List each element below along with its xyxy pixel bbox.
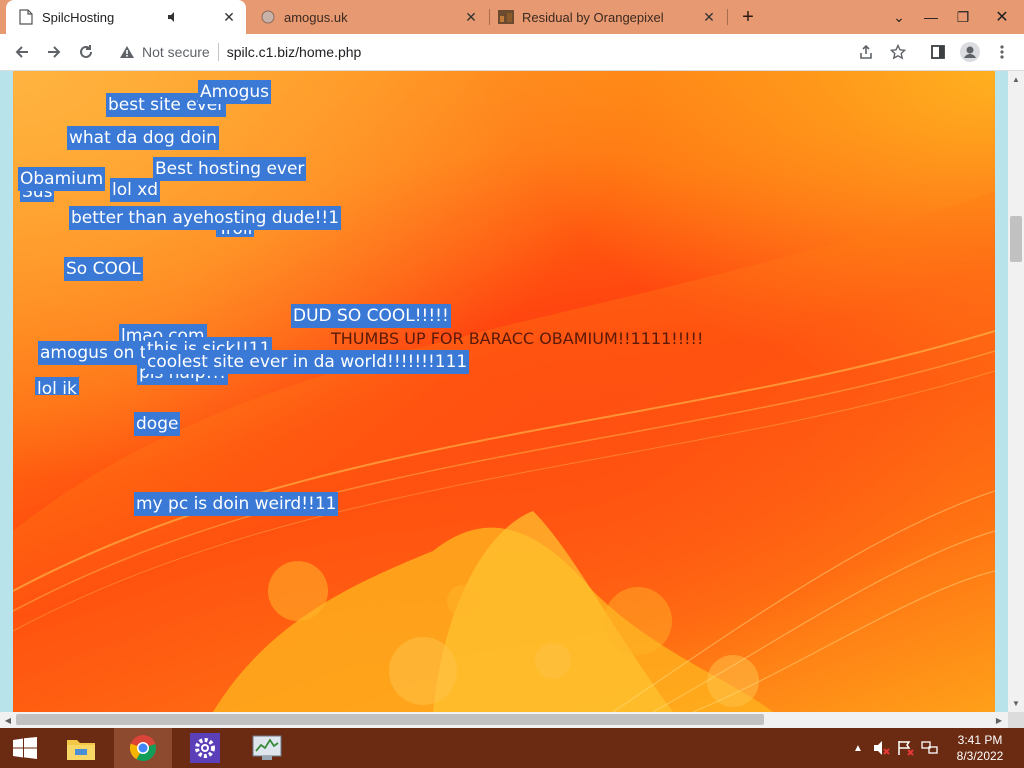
warning-icon[interactable] — [118, 45, 136, 59]
tab-amogus[interactable]: amogus.uk ✕ — [248, 0, 488, 34]
globe-icon — [260, 9, 276, 25]
clock-date: 8/3/2022 — [956, 749, 1004, 763]
menu-kebab-icon[interactable] — [988, 38, 1016, 66]
show-hidden-icons-icon[interactable]: ▲ — [850, 728, 866, 768]
tab-title: amogus.uk — [284, 9, 348, 25]
volume-muted-icon[interactable] — [872, 728, 892, 768]
bookmark-star-icon[interactable] — [884, 38, 912, 66]
horizontal-scroll-thumb[interactable] — [16, 714, 764, 725]
divider — [217, 43, 219, 61]
comment-label: lol ik — [35, 377, 79, 395]
back-icon[interactable] — [8, 38, 36, 66]
restore-icon[interactable]: ❐ — [948, 0, 978, 34]
comment-label: what da dog doin — [67, 126, 219, 150]
share-icon[interactable] — [852, 38, 880, 66]
new-tab-button[interactable]: + — [736, 6, 760, 28]
tab-residual[interactable]: Residual by Orangepixel ✕ — [486, 0, 726, 34]
page-background: best site ever Amogus what da dog doin B… — [13, 71, 995, 712]
close-tab-icon[interactable]: ✕ — [700, 8, 718, 26]
system-clock[interactable]: 3:41 PM 8/3/2022 — [944, 732, 1016, 764]
tab-spilchosting[interactable]: SpilcHosting ✕ — [6, 0, 246, 34]
reload-icon[interactable] — [72, 38, 100, 66]
action-center-flag-icon[interactable] — [896, 728, 916, 768]
close-window-icon[interactable]: ✕ — [980, 0, 1024, 34]
file-explorer-icon[interactable] — [52, 728, 110, 768]
comment-label: Best hosting ever — [153, 157, 307, 181]
vertical-scroll-thumb[interactable] — [1010, 216, 1022, 262]
taskbar: ▲ 3:41 PM 8/3/2022 — [0, 728, 1024, 768]
browser-toolbar: Not secure spilc.c1.biz/home.php — [0, 34, 1024, 71]
tab-separator — [727, 9, 728, 25]
comment-label: Obamium — [18, 167, 106, 191]
minimize-icon[interactable]: — — [914, 0, 948, 34]
web-page-viewport: best site ever Amogus what da dog doin B… — [0, 71, 1024, 712]
close-tab-icon[interactable]: ✕ — [220, 8, 238, 26]
network-icon[interactable] — [920, 728, 940, 768]
plain-comment-text: THUMBS UP FOR BARACC OBAMIUM!!1111!!!!! — [331, 329, 704, 348]
close-tab-icon[interactable]: ✕ — [462, 8, 480, 26]
profile-avatar-icon[interactable] — [956, 38, 984, 66]
game-icon — [498, 9, 514, 25]
forward-icon[interactable] — [40, 38, 68, 66]
tab-title: Residual by Orangepixel — [522, 9, 664, 25]
comment-label: better than ayehosting dude!!1 — [69, 206, 342, 230]
vertical-scrollbar[interactable] — [1008, 71, 1024, 712]
tab-strip: SpilcHosting ✕ amogus.uk ✕ Residual by O… — [0, 0, 1024, 34]
tab-title: SpilcHosting — [42, 9, 115, 25]
windows-start-icon[interactable] — [0, 728, 50, 768]
scroll-right-icon[interactable]: ▶ — [992, 713, 1006, 727]
chrome-icon[interactable] — [114, 728, 172, 768]
address-bar[interactable]: Not secure spilc.c1.biz/home.php — [108, 38, 908, 66]
comment-label: coolest site ever in da world!!!!!!!111 — [145, 350, 470, 374]
task-manager-icon[interactable] — [238, 728, 296, 768]
clock-time: 3:41 PM — [957, 733, 1003, 747]
comment-label: doge — [134, 412, 181, 436]
settings-gear-icon[interactable] — [176, 728, 234, 768]
scroll-up-icon[interactable]: ▲ — [1009, 72, 1023, 86]
comment-label: So COOL — [64, 257, 143, 281]
url-text[interactable]: spilc.c1.biz/home.php — [227, 44, 362, 60]
comment-label: my pc is doin weird!!11 — [134, 492, 339, 516]
comment-label: DUD SO COOL!!!!! — [291, 304, 451, 328]
scroll-down-icon[interactable]: ▼ — [1009, 696, 1023, 710]
scrollbar-corner — [1008, 712, 1024, 728]
comment-label: lol xd — [110, 178, 161, 202]
scroll-left-icon[interactable]: ◀ — [1, 713, 15, 727]
security-status[interactable]: Not secure — [142, 44, 210, 60]
audio-icon — [166, 11, 180, 23]
side-panel-icon[interactable] — [924, 38, 952, 66]
document-icon — [18, 9, 34, 25]
comment-label: Amogus — [198, 80, 272, 104]
tab-search-chevron-icon[interactable]: ⌄ — [886, 0, 912, 34]
